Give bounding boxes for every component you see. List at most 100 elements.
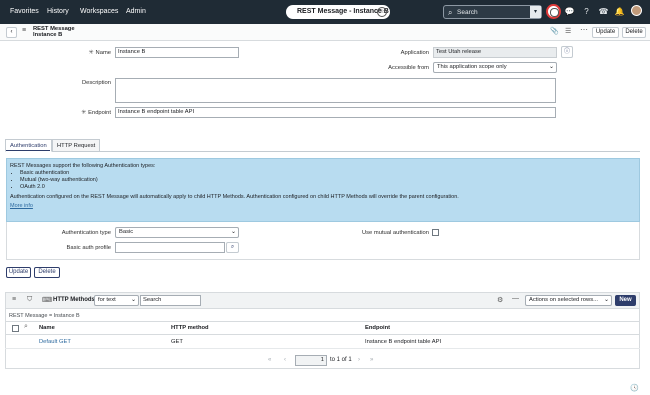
auth-info-intro: REST Messages support the following Auth… xyxy=(10,163,156,169)
row-http-method: GET xyxy=(171,339,183,345)
info-icon[interactable]: ⓘ xyxy=(561,46,573,58)
application-label: Application xyxy=(400,50,429,56)
actions-select-value: Actions on selected rows... xyxy=(529,297,598,303)
first-page-icon[interactable]: « xyxy=(268,357,271,363)
auth-fields-panel xyxy=(6,222,640,260)
tab-http-request[interactable]: HTTP Request xyxy=(52,139,101,152)
scope-selector-icon[interactable] xyxy=(546,4,561,19)
chevron-down-icon: ⌄ xyxy=(130,297,136,303)
column-header-http-method[interactable]: HTTP method xyxy=(171,325,209,331)
chevron-down-icon[interactable]: ▾ xyxy=(530,6,541,18)
mutual-auth-checkbox[interactable] xyxy=(432,229,439,236)
back-button[interactable]: ‹ xyxy=(6,27,17,38)
update-button[interactable]: Update xyxy=(6,267,31,278)
auth-type-label: Authentication type xyxy=(61,230,111,236)
delete-button[interactable]: Delete xyxy=(34,267,60,278)
clock-icon[interactable]: 🕓 xyxy=(630,384,639,392)
chevron-down-icon: ⌄ xyxy=(603,297,609,303)
new-button[interactable]: New xyxy=(615,295,636,306)
select-all-checkbox[interactable] xyxy=(12,325,19,332)
list-item: OAuth 2.0 xyxy=(20,184,636,191)
form-header: ‹ ≡ REST Message Instance B 📎 ☰ ⋯ Update… xyxy=(0,24,650,41)
list-search-input[interactable]: Search xyxy=(140,295,201,306)
chat-icon[interactable]: 💬 xyxy=(563,5,576,18)
delete-button-header[interactable]: Delete xyxy=(622,27,646,38)
page-title: REST Message Instance B xyxy=(33,26,75,38)
next-page-icon[interactable]: › xyxy=(358,357,360,363)
star-icon[interactable]: ☆ xyxy=(377,7,387,17)
page-title-record: Instance B xyxy=(33,32,63,38)
nav-favorites[interactable]: Favorites xyxy=(10,0,39,24)
search-field-select[interactable]: for text ⌄ xyxy=(94,295,139,306)
active-tab-indicator xyxy=(6,150,50,151)
gear-icon[interactable]: ⚙ xyxy=(497,296,503,304)
search-field-value: for text xyxy=(98,297,116,303)
auth-types-list: Basic authentication Mutual (two-way aut… xyxy=(20,170,636,191)
notification-bell-icon[interactable]: 🔔 xyxy=(613,5,626,18)
row-endpoint: Instance B endpoint table API xyxy=(365,339,442,345)
auth-info-note: Authentication configured on the REST Me… xyxy=(10,194,459,200)
endpoint-label: ✳ Endpoint xyxy=(81,110,111,116)
divider xyxy=(5,348,640,349)
endpoint-field[interactable]: Instance B endpoint table API xyxy=(115,107,556,118)
list-menu-icon[interactable]: ≡ xyxy=(12,296,16,303)
pagination-text: to 1 of 1 xyxy=(330,357,352,363)
activity-icon[interactable]: ☰ xyxy=(565,27,571,35)
form-menu-icon[interactable]: ≡ xyxy=(22,27,26,34)
record-context-title: REST Message - Instance B xyxy=(297,8,389,15)
more-info-link[interactable]: More info xyxy=(10,203,636,210)
list-item: Basic authentication xyxy=(20,170,636,177)
column-header-endpoint[interactable]: Endpoint xyxy=(365,325,390,331)
record-context-pill[interactable]: REST Message - Instance B ☆ xyxy=(286,5,390,19)
more-options-icon[interactable]: ⋯ xyxy=(580,25,588,34)
global-search-input[interactable]: Search xyxy=(457,6,478,19)
row-name-link[interactable]: Default GET xyxy=(39,339,71,345)
attachment-icon[interactable]: 📎 xyxy=(550,27,559,35)
accessible-from-value: This application scope only xyxy=(437,64,507,70)
mutual-auth-label: Use mutual authentication xyxy=(361,230,429,236)
global-search[interactable]: ⌕ Search ▾ xyxy=(443,5,542,19)
divider xyxy=(5,321,640,322)
nav-admin[interactable]: Admin xyxy=(126,0,146,24)
auth-info-message: REST Messages support the following Auth… xyxy=(6,158,640,222)
accessible-from-select[interactable]: This application scope only ⌄ xyxy=(433,62,557,73)
auth-type-select[interactable]: Basic ⌄ xyxy=(115,227,239,238)
column-header-name[interactable]: Name xyxy=(39,325,55,331)
chevron-down-icon: ⌄ xyxy=(548,64,554,70)
basic-auth-profile-field[interactable] xyxy=(115,242,225,253)
chevron-down-icon: ⌄ xyxy=(230,229,236,235)
top-navigation-bar: Favorites History Workspaces Admin REST … xyxy=(0,0,650,24)
list-item: Mutual (two-way authentication) xyxy=(20,177,636,184)
related-list-header: ≡ ⛉ ⌨ HTTP Methods for text ⌄ Search ⚙ —… xyxy=(5,292,640,309)
collapse-icon[interactable]: — xyxy=(512,295,519,302)
description-field[interactable] xyxy=(115,78,556,103)
nav-history[interactable]: History xyxy=(47,0,69,24)
last-page-icon[interactable]: » xyxy=(370,357,373,363)
filter-icon[interactable]: ⛉ xyxy=(27,296,32,304)
avatar[interactable] xyxy=(631,5,642,16)
page-number-input[interactable]: 1 xyxy=(295,355,327,366)
phone-icon[interactable]: ☎ xyxy=(597,5,610,18)
tab-divider xyxy=(5,151,640,152)
related-list-title: HTTP Methods xyxy=(53,297,95,303)
column-search-icon[interactable]: ⌕ xyxy=(24,323,28,331)
name-field[interactable]: Instance B xyxy=(115,47,239,58)
breadcrumb[interactable]: REST Message = Instance B xyxy=(9,313,80,319)
description-label: Description xyxy=(82,80,111,86)
name-label: ✳ Name xyxy=(88,50,111,56)
previous-page-icon[interactable]: ‹ xyxy=(284,357,286,363)
accessible-from-label: Accessible from xyxy=(388,65,429,71)
help-icon[interactable]: ? xyxy=(580,5,593,18)
application-field: Test Utah release xyxy=(433,47,557,58)
auth-type-value: Basic xyxy=(119,229,134,235)
nav-workspaces[interactable]: Workspaces xyxy=(80,0,118,24)
actions-on-selected-rows-select[interactable]: Actions on selected rows... ⌄ xyxy=(525,295,612,306)
basic-auth-profile-label: Basic auth profile xyxy=(66,245,111,251)
personalize-list-icon[interactable]: ⌨ xyxy=(42,296,52,304)
divider xyxy=(5,334,640,335)
lookup-search-button[interactable]: ⌕ xyxy=(226,242,239,253)
search-icon: ⌕ xyxy=(230,244,235,250)
chevron-left-icon: ‹ xyxy=(10,29,13,35)
search-icon: ⌕ xyxy=(448,8,453,17)
update-button-header[interactable]: Update xyxy=(592,27,619,38)
